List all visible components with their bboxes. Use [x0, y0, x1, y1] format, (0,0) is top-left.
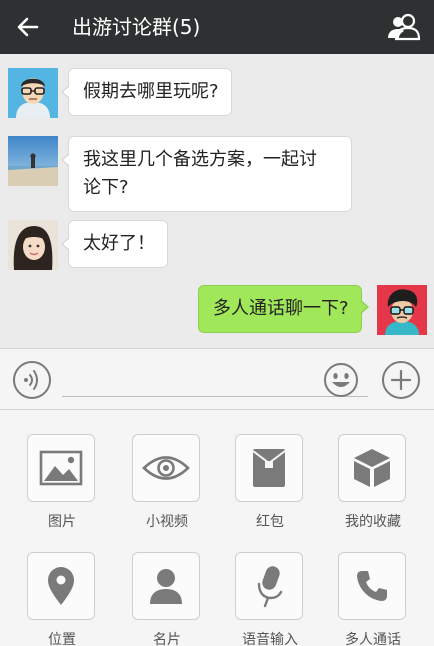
message-text-line: 论下?	[83, 177, 129, 198]
avatar[interactable]	[377, 285, 427, 335]
message-bubble[interactable]: 多人通话聊一下?	[198, 285, 369, 333]
tool-label: 红包	[256, 514, 284, 530]
tool-tile[interactable]	[338, 434, 406, 502]
plus-icon	[390, 369, 412, 391]
title-bar: 出游讨论群(5)	[0, 0, 434, 54]
group-members-button[interactable]	[386, 9, 422, 45]
message-bubble[interactable]: 我这里几个备选方案，一起讨 论下?	[61, 136, 352, 212]
tool-tile[interactable]	[235, 552, 303, 620]
tool-tile[interactable]	[27, 552, 95, 620]
chat-area: 假期去哪里玩呢? 我这里几个备选方案，一起讨 论下? 太好了！ 多人通话聊一下?	[0, 54, 434, 348]
tool-label: 多人通话	[345, 632, 401, 646]
tool-label: 小视频	[146, 514, 188, 530]
tool-tile[interactable]	[338, 552, 406, 620]
more-functions-button[interactable]	[382, 361, 420, 399]
tool-label: 名片	[153, 632, 181, 646]
microphone-icon	[257, 566, 283, 608]
tool-label: 位置	[48, 632, 76, 646]
smiley-icon	[324, 363, 358, 397]
message-bubble[interactable]: 假期去哪里玩呢?	[61, 68, 232, 116]
contact-card-icon	[150, 569, 182, 604]
tool-label: 语音输入	[242, 632, 298, 646]
location-pin-icon	[48, 567, 74, 605]
eye-icon	[142, 456, 190, 480]
back-button[interactable]	[10, 9, 46, 45]
favorites-cube-icon	[354, 449, 390, 487]
voice-wave-icon	[24, 370, 38, 390]
back-arrow-icon	[17, 17, 39, 37]
message-bubble[interactable]: 太好了！	[61, 220, 168, 268]
avatar[interactable]	[8, 136, 58, 186]
red-packet-icon	[252, 449, 286, 487]
phone-icon	[357, 571, 387, 601]
function-panel: 图片 小视频 红包 我的收藏 位置 名片 语音输入 多人通话	[0, 410, 434, 646]
chat-title: 出游讨论群(5)	[72, 15, 201, 39]
avatar[interactable]	[8, 220, 58, 270]
voice-mode-button[interactable]	[13, 361, 51, 399]
tool-tile[interactable]	[235, 434, 303, 502]
image-icon	[39, 450, 83, 486]
input-bar	[0, 348, 434, 410]
group-members-icon	[388, 13, 421, 41]
tool-label: 我的收藏	[345, 514, 401, 530]
emoji-button[interactable]	[322, 361, 360, 399]
tool-tile[interactable]	[132, 434, 200, 502]
tool-label: 图片	[48, 514, 76, 530]
tool-tile[interactable]	[27, 434, 95, 502]
message-text-line: 我这里几个备选方案，一起讨	[83, 149, 317, 170]
avatar[interactable]	[8, 68, 58, 118]
tool-tile[interactable]	[132, 552, 200, 620]
